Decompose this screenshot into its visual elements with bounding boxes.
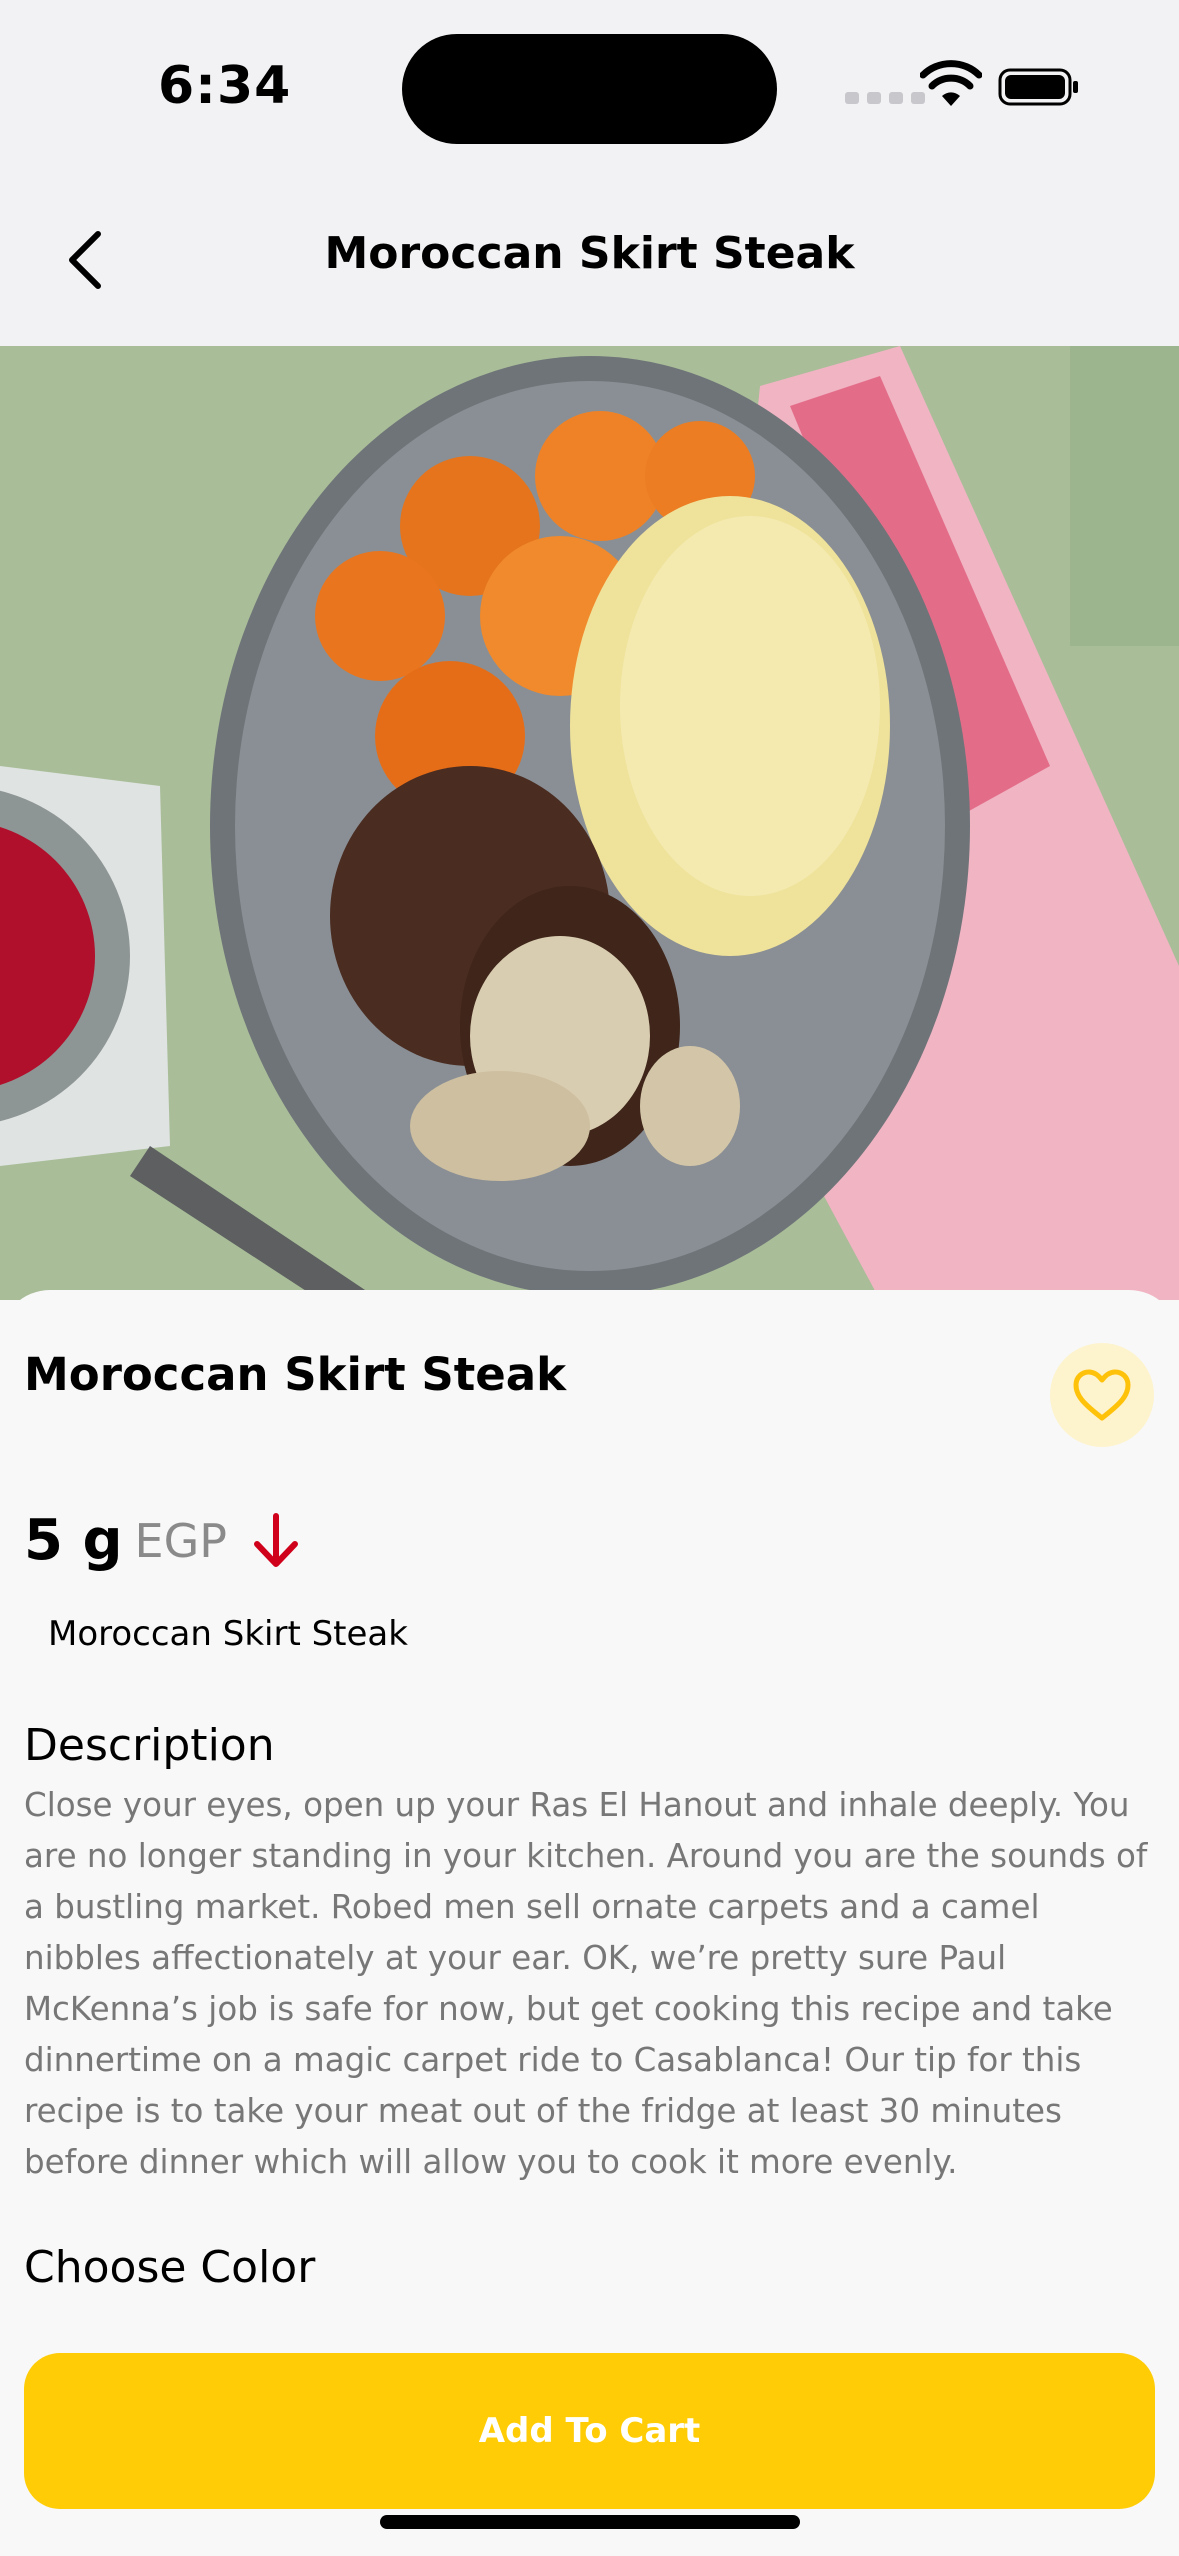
dynamic-island [402,34,777,144]
cellular-signal-icon [845,92,925,104]
choose-color-heading: Choose Color [24,2242,316,2293]
price-currency: EGP [134,1513,227,1568]
battery-icon [998,68,1078,106]
price-value: 5 g [24,1508,123,1573]
price-row: 5 g EGP [24,1508,303,1573]
description-heading: Description [24,1720,275,1771]
arrow-down-icon [254,1512,298,1567]
add-to-cart-button[interactable]: Add To Cart [24,2353,1155,2509]
status-bar: 6:34 [0,0,1179,180]
heart-icon [1073,1369,1131,1421]
status-time: 6:34 [158,56,292,116]
wifi-icon [920,60,982,106]
product-title: Moroccan Skirt Steak [24,1348,567,1401]
favorite-button[interactable] [1050,1343,1154,1447]
page-title: Moroccan Skirt Steak [324,228,855,279]
product-subtitle: Moroccan Skirt Steak [48,1614,408,1654]
home-indicator [380,2515,800,2529]
product-image [0,346,1179,1300]
description-text: Close your eyes, open up your Ras El Han… [24,1786,1148,2181]
